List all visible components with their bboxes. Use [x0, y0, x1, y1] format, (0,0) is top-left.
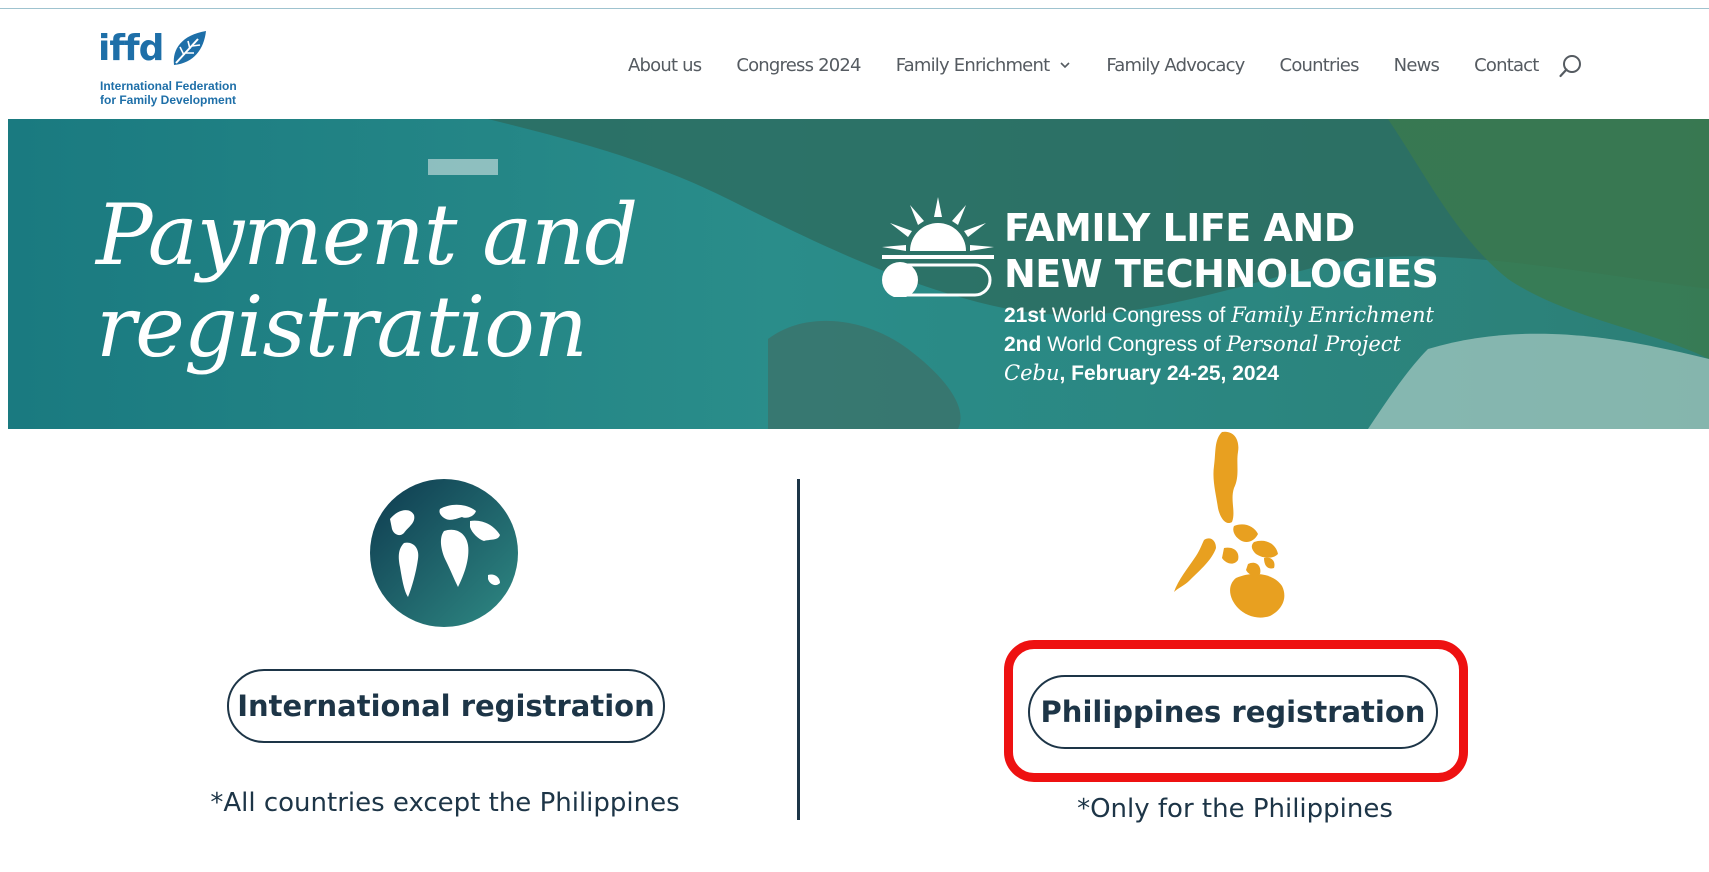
- nav-item-about-us[interactable]: About us: [628, 54, 702, 76]
- event-title-line1: FAMILY LIFE AND: [1004, 206, 1355, 250]
- chevron-down-icon: [1060, 62, 1070, 69]
- logo-tagline: International Federation for Family Deve…: [100, 79, 237, 107]
- leaf-icon: [173, 31, 206, 65]
- logo-wordmark: iffd: [98, 28, 164, 69]
- page-title-line2: registration: [96, 278, 588, 376]
- event-line-1-text: World Congress of: [1046, 304, 1232, 327]
- nav-item-label: Contact: [1474, 54, 1539, 76]
- international-note: *All countries except the Philippines: [210, 788, 680, 818]
- philippines-map-icon: [1174, 431, 1285, 618]
- event-info: FAMILY LIFE AND NEW TECHNOLOGIES 21st Wo…: [1004, 205, 1439, 388]
- nav-item-label: Family Advocacy: [1106, 54, 1245, 76]
- logo-tagline-line2: for Family Development: [100, 93, 237, 107]
- congress-sun-logo-icon: [882, 197, 994, 297]
- international-registration-button[interactable]: International registration: [227, 669, 665, 743]
- page-title: Payment and registration: [96, 186, 638, 376]
- site-header: iffd International Federation for Family…: [0, 9, 1709, 119]
- event-date: , February 24-25, 2024: [1059, 362, 1279, 385]
- nav-item-family-enrichment[interactable]: Family Enrichment: [896, 55, 1072, 76]
- event-title-line2: NEW TECHNOLOGIES: [1004, 252, 1439, 296]
- page-title-line1: Payment and: [96, 186, 638, 284]
- hero-banner: Payment and registration FAMILY LIFE AND…: [8, 119, 1709, 429]
- search-icon[interactable]: [1558, 53, 1584, 79]
- globe-icon: [370, 479, 518, 627]
- nav-item-label: About us: [628, 54, 702, 76]
- nav-item-label: Family Enrichment: [895, 54, 1050, 76]
- event-line-3: Cebu, February 24-25, 2024: [1004, 359, 1438, 388]
- event-line-2-italic: Personal Project: [1226, 332, 1401, 356]
- event-line-1: 21st World Congress of Family Enrichment: [1004, 301, 1438, 330]
- philippines-note: *Only for the Philippines: [1077, 794, 1393, 824]
- event-city: Cebu: [1004, 361, 1060, 385]
- iffd-logo[interactable]: iffd International Federation for Family…: [98, 27, 258, 107]
- event-line-2: 2nd World Congress of Personal Project: [1004, 330, 1438, 359]
- philippines-registration-button[interactable]: Philippines registration: [1028, 675, 1438, 749]
- column-divider: [797, 479, 800, 820]
- nav-item-label: News: [1393, 54, 1440, 76]
- nav-item-news[interactable]: News: [1393, 54, 1440, 76]
- nav-item-family-advocacy[interactable]: Family Advocacy: [1106, 54, 1245, 76]
- event-line-1-italic: Family Enrichment: [1231, 303, 1434, 327]
- event-line-2-bold: 2nd: [1004, 333, 1042, 356]
- logo-tagline-line1: International Federation: [100, 79, 237, 93]
- nav-item-countries[interactable]: Countries: [1279, 54, 1360, 76]
- nav-item-label: Countries: [1279, 54, 1360, 76]
- event-line-2-text: World Congress of: [1041, 333, 1227, 356]
- nav-item-congress-2024[interactable]: Congress 2024: [736, 54, 861, 76]
- event-line-1-bold: 21st: [1004, 304, 1047, 327]
- main-nav: About us Congress 2024 Family Enrichment…: [628, 51, 1574, 79]
- nav-item-contact[interactable]: Contact: [1474, 54, 1539, 76]
- nav-item-label: Congress 2024: [736, 54, 861, 76]
